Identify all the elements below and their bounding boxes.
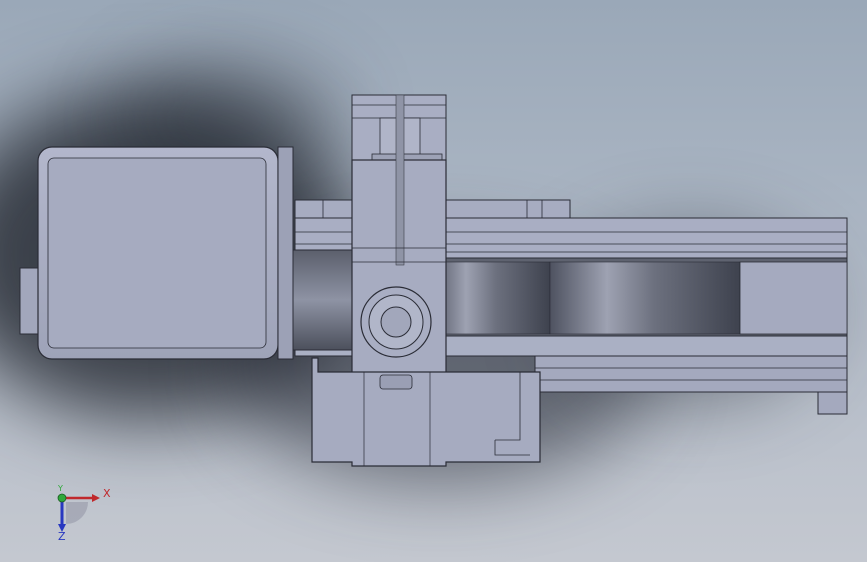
rail-end-block	[739, 261, 848, 335]
rail-end-tab	[817, 391, 848, 415]
coordinate-triad	[57, 493, 100, 532]
cad-graphics-viewport[interactable]: X Y Z	[0, 0, 867, 562]
rail-window-2	[549, 261, 741, 335]
bracket-slot	[379, 374, 413, 390]
x-axis-label: X	[103, 487, 111, 500]
bearing-inner	[380, 306, 412, 338]
rail-window-1	[429, 261, 551, 335]
motor-assembly[interactable]	[19, 146, 294, 360]
motor-face	[47, 157, 267, 349]
bracket-outline	[311, 357, 541, 467]
coupling-tube	[292, 249, 354, 351]
y-axis-dot	[57, 493, 67, 503]
y-axis-label: Y	[58, 484, 63, 493]
x-axis-arrow	[92, 494, 100, 502]
model-drawing[interactable]	[0, 0, 867, 562]
motor-flange	[277, 146, 294, 360]
carriage-block[interactable]	[351, 94, 447, 376]
lead-screw	[395, 94, 405, 266]
triad-plane	[66, 502, 88, 524]
z-axis-label: Z	[58, 530, 66, 543]
rail-bottom-plate	[534, 355, 848, 393]
bottom-bracket[interactable]	[311, 357, 541, 467]
